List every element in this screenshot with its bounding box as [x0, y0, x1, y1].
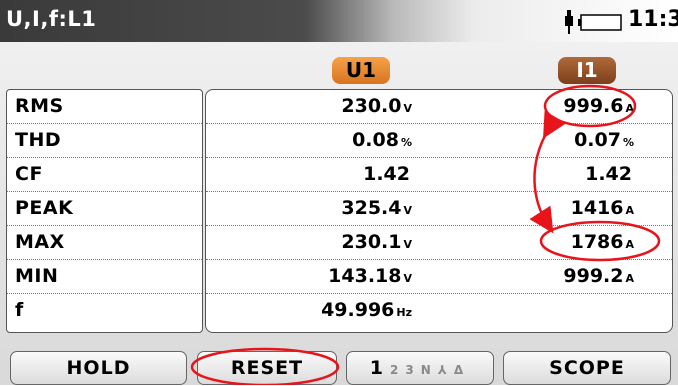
phase-2-label: 2	[390, 363, 400, 377]
clock: 11:39	[628, 7, 678, 32]
measurement-values-panel: 230.0 V 999.6 A 0.08% 0.07% 1.42 1.42 325.…	[205, 89, 673, 333]
screen-title: U,I,f:L1	[6, 7, 97, 31]
u1-value: 143.18 V	[328, 265, 412, 287]
value-row-peak: 325.4 V 1416 A	[206, 192, 672, 226]
i1-value: 999.6 A	[563, 95, 634, 117]
frequency-value: 49.996 Hz	[321, 299, 412, 321]
u1-value: 325.4 V	[341, 197, 412, 219]
u1-column-badge: U1	[332, 57, 390, 84]
label-row: MAX	[7, 226, 202, 260]
parameter-label: MIN	[15, 265, 59, 287]
parameter-label: THD	[15, 129, 62, 151]
label-row: PEAK	[7, 192, 202, 226]
hold-button[interactable]: HOLD	[10, 351, 187, 385]
u1-value: 230.1 V	[341, 231, 412, 253]
value-row-cf: 1.42 1.42	[206, 158, 672, 192]
i1-column-badge: I1	[558, 57, 616, 84]
label-row: CF	[7, 158, 202, 192]
label-row: f	[7, 294, 202, 328]
u1-value: 0.08%	[352, 129, 412, 151]
label-row: THD	[7, 124, 202, 158]
parameter-labels-panel: RMS THD CF PEAK MAX MIN f	[6, 89, 203, 333]
current-probe-icon	[565, 10, 573, 34]
battery-icon	[578, 14, 622, 31]
phase-star-label: ⅄	[437, 363, 448, 377]
value-row-frequency: 49.996 Hz	[206, 294, 672, 328]
parameter-label: PEAK	[15, 197, 74, 219]
parameter-label: f	[15, 299, 24, 321]
i1-value: 1416 A	[570, 197, 634, 219]
parameter-label: MAX	[15, 231, 65, 253]
label-row: MIN	[7, 260, 202, 294]
scope-button[interactable]: SCOPE	[503, 351, 671, 385]
phase-select-button[interactable]: 1 2 3 N ⅄ Δ	[346, 351, 494, 385]
i1-value: 999.2 A	[563, 265, 634, 287]
phase-n-label: N	[420, 363, 432, 377]
parameter-label: RMS	[15, 95, 64, 117]
i1-value: 0.07%	[574, 129, 634, 151]
label-row: RMS	[7, 90, 202, 124]
i1-value: 1.42	[585, 163, 632, 185]
reset-button[interactable]: RESET	[197, 351, 337, 385]
phase-delta-label: Δ	[453, 363, 465, 377]
parameter-label: CF	[15, 163, 43, 185]
value-row-rms: 230.0 V 999.6 A	[206, 90, 672, 124]
value-row-max: 230.1 V 1786 A	[206, 226, 672, 260]
u1-value: 230.0 V	[341, 95, 412, 117]
phase-1-label: 1	[369, 357, 385, 379]
value-row-thd: 0.08% 0.07%	[206, 124, 672, 158]
i1-value: 1786 A	[570, 231, 634, 253]
value-row-min: 143.18 V 999.2 A	[206, 260, 672, 294]
title-bar: U,I,f:L1 11:39	[0, 0, 678, 42]
phase-3-label: 3	[405, 363, 415, 377]
u1-value: 1.42	[363, 163, 410, 185]
